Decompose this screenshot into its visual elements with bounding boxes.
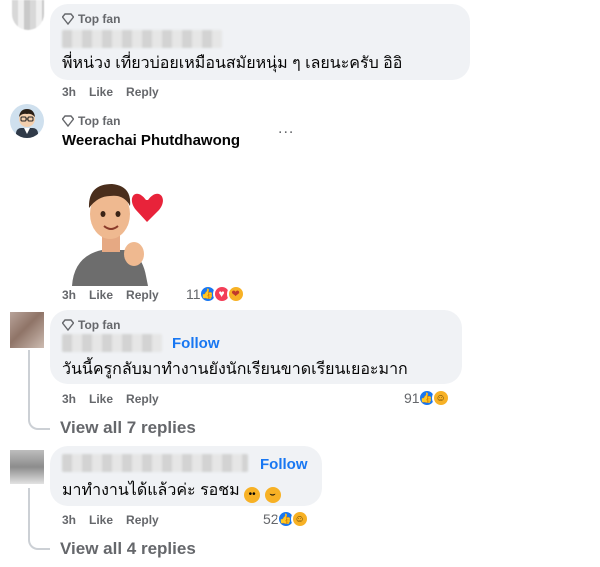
- cartoon-avatar-icon: [10, 104, 44, 138]
- comment-text: พี่หน่วง เที่ยวบ่อยเหมือนสมัยหนุ่ม ๆ เลย…: [62, 55, 403, 72]
- comment-text: วันนี้ครูกลับมาทำงานยังนักเรียนขาดเรียนเ…: [62, 361, 408, 378]
- timestamp[interactable]: 3h: [62, 288, 76, 302]
- blurred-author-name[interactable]: [62, 454, 248, 472]
- avatar[interactable]: [12, 0, 44, 30]
- care-reaction-icon: ❤: [226, 285, 245, 303]
- comment-actions: 3h Like Reply: [62, 85, 159, 99]
- top-fan-label: Top fan: [78, 12, 121, 26]
- like-link[interactable]: Like: [89, 513, 113, 527]
- top-fan-label: Top fan: [78, 318, 121, 332]
- haha-reaction-icon: ☺: [290, 510, 309, 528]
- timestamp[interactable]: 3h: [62, 392, 76, 406]
- reaction-summary[interactable]: 91 👍 ☺: [404, 389, 450, 407]
- more-options-button[interactable]: ...: [278, 120, 294, 138]
- like-link[interactable]: Like: [89, 392, 113, 406]
- view-replies-link[interactable]: View all 4 replies: [60, 539, 196, 559]
- blurred-author-name[interactable]: [62, 30, 222, 48]
- blurred-author-name[interactable]: [62, 334, 162, 352]
- top-fan-badge: Top fan: [62, 12, 120, 26]
- reply-link[interactable]: Reply: [126, 513, 159, 527]
- comment-actions: 3h Like Reply: [62, 513, 159, 527]
- laughing-emoji-icon: ⌣: [264, 487, 281, 503]
- top-fan-label: Top fan: [78, 114, 121, 128]
- sticker-image: [64, 176, 176, 291]
- reply-link[interactable]: Reply: [126, 392, 159, 406]
- thread-connector: [28, 400, 50, 430]
- avatar[interactable]: [10, 104, 44, 138]
- haha-reaction-icon: ☺: [431, 389, 450, 407]
- comment-actions: 3h Like Reply: [62, 392, 159, 406]
- avatar[interactable]: [10, 312, 44, 348]
- top-fan-badge: Top fan: [62, 114, 120, 128]
- author-name[interactable]: Weerachai Phutdhawong: [62, 132, 240, 149]
- like-link[interactable]: Like: [89, 288, 113, 302]
- reply-link[interactable]: Reply: [126, 288, 159, 302]
- top-fan-badge: Top fan: [62, 318, 120, 332]
- timestamp[interactable]: 3h: [62, 85, 76, 99]
- follow-button[interactable]: Follow: [172, 335, 220, 352]
- crying-emoji-icon: ••: [244, 487, 261, 503]
- avatar[interactable]: [10, 450, 44, 484]
- heart-sticker-icon: [72, 184, 163, 286]
- reply-link[interactable]: Reply: [126, 85, 159, 99]
- reaction-summary[interactable]: 52 👍 ☺: [263, 510, 309, 528]
- comment-text: มาทำงานได้แล้วค่ะ รอชม •• ⌣: [62, 478, 281, 503]
- reaction-summary[interactable]: 11 👍 ♥ ❤: [186, 285, 245, 303]
- view-replies-link[interactable]: View all 7 replies: [60, 418, 196, 438]
- like-link[interactable]: Like: [89, 85, 113, 99]
- follow-button[interactable]: Follow: [260, 456, 308, 473]
- diamond-icon: [62, 319, 74, 331]
- diamond-icon: [62, 115, 74, 127]
- thread-connector: [28, 520, 50, 550]
- comment-actions: 3h Like Reply: [62, 288, 159, 302]
- diamond-icon: [62, 13, 74, 25]
- comment-text-body: มาทำงานได้แล้วค่ะ รอชม: [62, 482, 240, 499]
- timestamp[interactable]: 3h: [62, 513, 76, 527]
